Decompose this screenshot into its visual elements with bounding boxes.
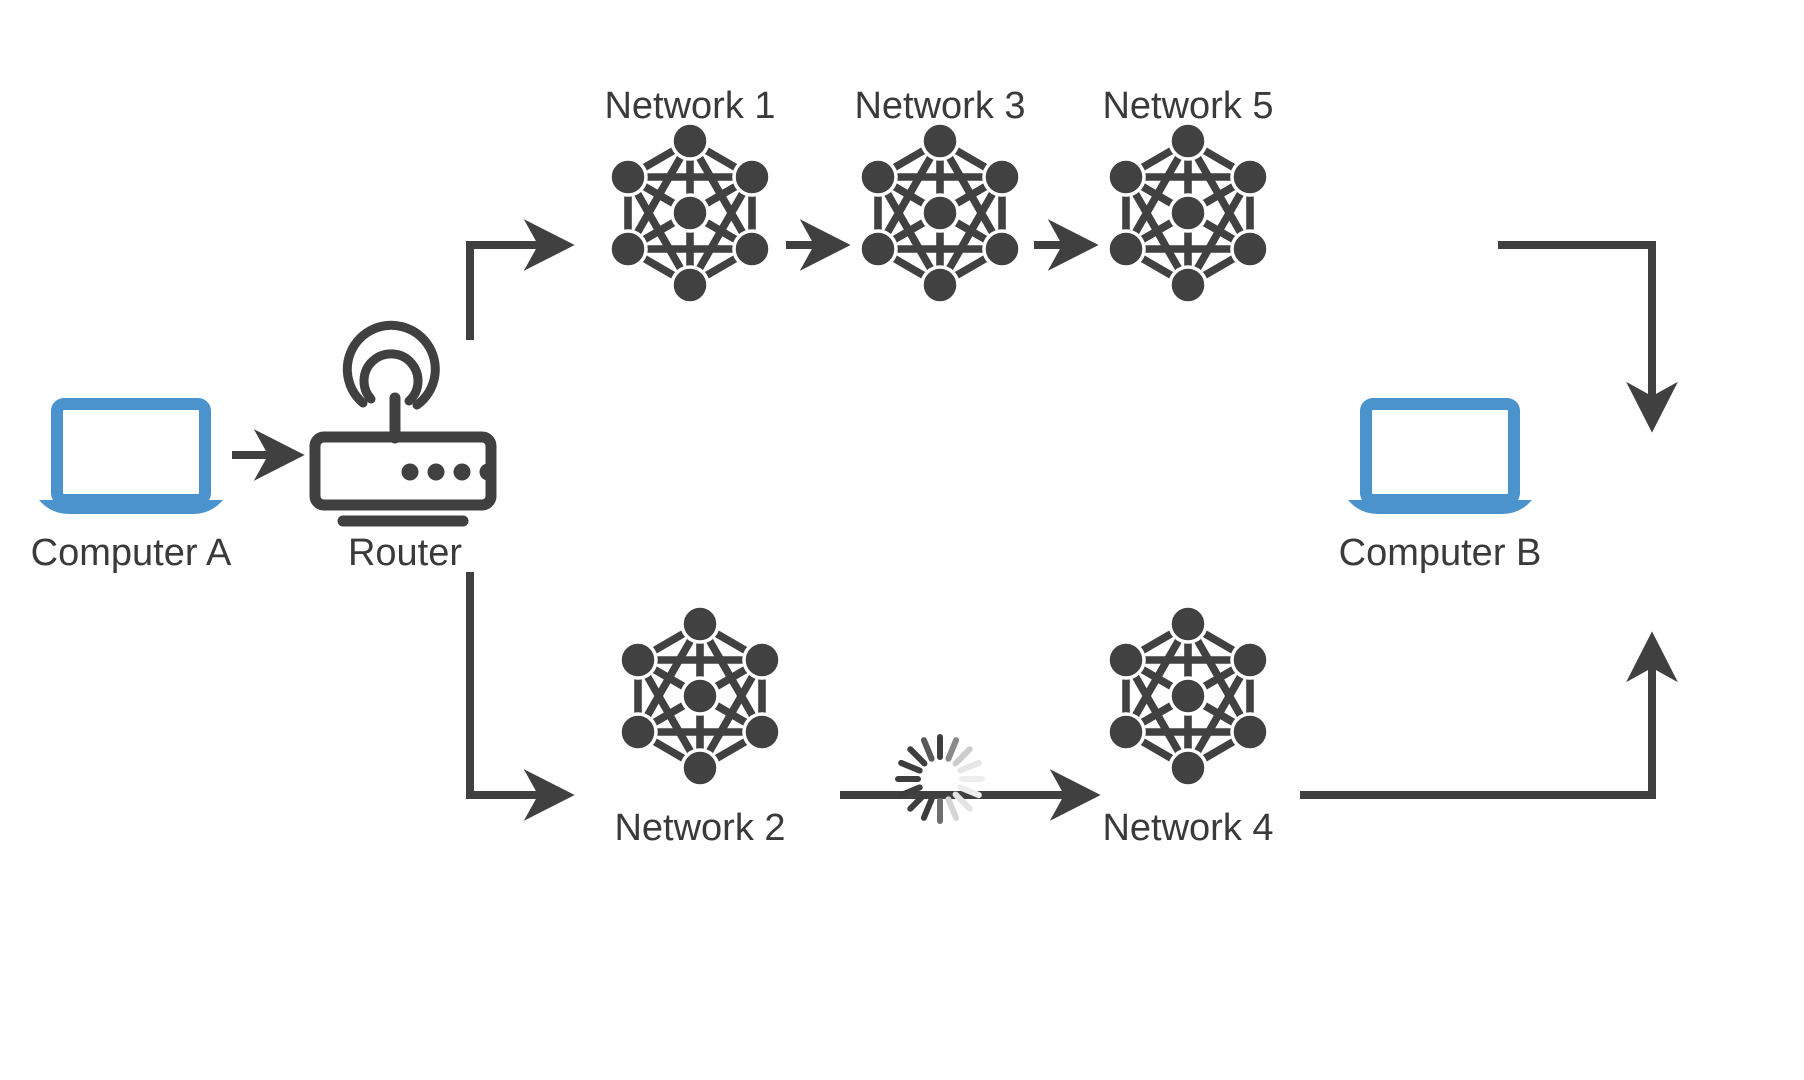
node-network-2[interactable]: Network 2 (614, 606, 786, 849)
network-2-label: Network 2 (614, 807, 785, 849)
router-icon (315, 325, 497, 521)
node-computer-b[interactable]: Computer B (1339, 404, 1542, 574)
node-router[interactable]: Router (315, 325, 497, 574)
node-network-3[interactable]: Network 3 (854, 85, 1026, 303)
conn-router-to-network-1 (466, 219, 575, 340)
network-5-label: Network 5 (1102, 85, 1273, 127)
network-3-label: Network 3 (854, 85, 1025, 127)
laptop-icon (1348, 404, 1532, 514)
mesh-network-icon (620, 606, 780, 786)
computer-b-label: Computer B (1339, 532, 1542, 574)
mesh-network-icon (1108, 123, 1268, 303)
conn-network-5-to-computer-b (1498, 241, 1678, 433)
network-4-label: Network 4 (1102, 807, 1273, 849)
mesh-network-icon (610, 123, 770, 303)
node-network-5[interactable]: Network 5 (1102, 85, 1274, 303)
diagram-canvas: Computer A Router Network 1 Network 3 Ne… (0, 0, 1804, 1080)
mesh-network-icon (860, 123, 1020, 303)
loading-spinner-icon (898, 737, 982, 821)
computer-a-label: Computer A (31, 532, 232, 574)
mesh-network-icon (1108, 606, 1268, 786)
node-network-4[interactable]: Network 4 (1102, 606, 1274, 849)
conn-router-to-network-2 (466, 572, 575, 821)
node-computer-a[interactable]: Computer A (31, 404, 232, 574)
node-network-1[interactable]: Network 1 (604, 85, 776, 303)
network-routing-diagram: Computer A Router Network 1 Network 3 Ne… (31, 85, 1678, 849)
conn-network-4-to-computer-b (1300, 631, 1678, 799)
router-label: Router (348, 532, 462, 574)
network-1-label: Network 1 (604, 85, 775, 127)
laptop-icon (39, 404, 223, 514)
